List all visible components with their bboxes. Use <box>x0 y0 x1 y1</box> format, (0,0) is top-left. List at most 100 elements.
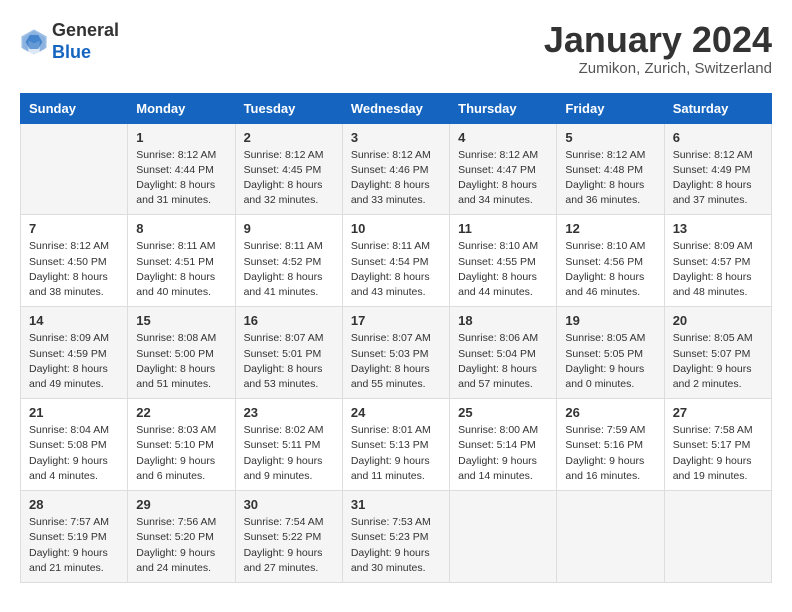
day-number: 1 <box>136 130 226 145</box>
calendar-cell: 21Sunrise: 8:04 AMSunset: 5:08 PMDayligh… <box>21 399 128 491</box>
day-info: Sunrise: 8:08 AMSunset: 5:00 PMDaylight:… <box>136 331 226 392</box>
day-number: 8 <box>136 221 226 236</box>
day-number: 18 <box>458 313 548 328</box>
calendar-cell: 5Sunrise: 8:12 AMSunset: 4:48 PMDaylight… <box>557 123 664 215</box>
calendar-cell: 11Sunrise: 8:10 AMSunset: 4:55 PMDayligh… <box>450 215 557 307</box>
calendar-cell: 23 Sunrise: 8:02 AMSunset: 5:11 PMDayligh… <box>235 399 342 491</box>
week-row-3: 14 Sunrise: 8:09 AMSunset: 4:59 PMDayligh… <box>21 307 772 399</box>
day-number: 24 <box>351 405 441 420</box>
calendar-cell: 26Sunrise: 7:59 AMSunset: 5:16 PMDayligh… <box>557 399 664 491</box>
day-number: 7 <box>29 221 119 236</box>
calendar-cell: 25Sunrise: 8:00 AMSunset: 5:14 PMDayligh… <box>450 399 557 491</box>
day-number: 10 <box>351 221 441 236</box>
calendar-cell: 14 Sunrise: 8:09 AMSunset: 4:59 PMDayligh… <box>21 307 128 399</box>
calendar-cell <box>450 491 557 583</box>
day-header-thursday: Thursday <box>450 93 557 123</box>
day-number: 29 <box>136 497 226 512</box>
day-number: 13 <box>673 221 763 236</box>
day-info: Sunrise: 8:05 AMSunset: 5:05 PMDaylight:… <box>565 331 655 392</box>
day-number: 14 <box>29 313 119 328</box>
day-info: Sunrise: 7:57 AMSunset: 5:19 PMDaylight:… <box>29 515 119 576</box>
calendar-cell: 12 Sunrise: 8:10 AMSunset: 4:56 PMDayligh… <box>557 215 664 307</box>
day-info: Sunrise: 8:07 AMSunset: 5:03 PMDaylight:… <box>351 331 441 392</box>
day-header-friday: Friday <box>557 93 664 123</box>
calendar-cell <box>557 491 664 583</box>
location: Zumikon, Zurich, Switzerland <box>544 60 772 77</box>
day-info: Sunrise: 8:10 AMSunset: 4:56 PMDaylight:… <box>565 239 655 300</box>
day-number: 11 <box>458 221 548 236</box>
day-header-wednesday: Wednesday <box>342 93 449 123</box>
day-number: 23 <box>244 405 334 420</box>
day-info: Sunrise: 8:12 AMSunset: 4:50 PMDaylight:… <box>29 239 119 300</box>
day-number: 21 <box>29 405 119 420</box>
month-title: January 2024 <box>544 20 772 60</box>
day-header-tuesday: Tuesday <box>235 93 342 123</box>
day-header-saturday: Saturday <box>664 93 771 123</box>
day-info: Sunrise: 8:12 AMSunset: 4:46 PMDaylight:… <box>351 148 441 209</box>
day-number: 30 <box>244 497 334 512</box>
logo: General Blue <box>20 20 119 63</box>
week-row-4: 21Sunrise: 8:04 AMSunset: 5:08 PMDayligh… <box>21 399 772 491</box>
calendar-cell <box>21 123 128 215</box>
day-header-monday: Monday <box>128 93 235 123</box>
day-info: Sunrise: 8:12 AMSunset: 4:45 PMDaylight:… <box>244 148 334 209</box>
page-header: General Blue January 2024 Zumikon, Zuric… <box>20 20 772 77</box>
day-info: Sunrise: 8:00 AMSunset: 5:14 PMDaylight:… <box>458 423 548 484</box>
day-number: 27 <box>673 405 763 420</box>
day-number: 16 <box>244 313 334 328</box>
day-number: 17 <box>351 313 441 328</box>
day-info: Sunrise: 8:11 AMSunset: 4:54 PMDaylight:… <box>351 239 441 300</box>
calendar-cell: 13 Sunrise: 8:09 AMSunset: 4:57 PMDayligh… <box>664 215 771 307</box>
week-row-1: 1 Sunrise: 8:12 AMSunset: 4:44 PMDaylight… <box>21 123 772 215</box>
calendar-cell: 31Sunrise: 7:53 AMSunset: 5:23 PMDayligh… <box>342 491 449 583</box>
calendar-cell: 15 Sunrise: 8:08 AMSunset: 5:00 PMDayligh… <box>128 307 235 399</box>
calendar-cell: 7 Sunrise: 8:12 AMSunset: 4:50 PMDaylight… <box>21 215 128 307</box>
day-info: Sunrise: 8:12 AMSunset: 4:49 PMDaylight:… <box>673 148 763 209</box>
day-info: Sunrise: 8:09 AMSunset: 4:57 PMDaylight:… <box>673 239 763 300</box>
calendar-table: SundayMondayTuesdayWednesdayThursdayFrid… <box>20 93 772 583</box>
day-number: 3 <box>351 130 441 145</box>
day-number: 2 <box>244 130 334 145</box>
day-info: Sunrise: 7:56 AMSunset: 5:20 PMDaylight:… <box>136 515 226 576</box>
day-number: 6 <box>673 130 763 145</box>
day-number: 12 <box>565 221 655 236</box>
calendar-cell: 9Sunrise: 8:11 AMSunset: 4:52 PMDaylight… <box>235 215 342 307</box>
day-info: Sunrise: 7:58 AMSunset: 5:17 PMDaylight:… <box>673 423 763 484</box>
day-info: Sunrise: 8:11 AMSunset: 4:52 PMDaylight:… <box>244 239 334 300</box>
day-number: 20 <box>673 313 763 328</box>
calendar-cell: 16Sunrise: 8:07 AMSunset: 5:01 PMDayligh… <box>235 307 342 399</box>
calendar-cell: 3 Sunrise: 8:12 AMSunset: 4:46 PMDaylight… <box>342 123 449 215</box>
calendar-cell: 30 Sunrise: 7:54 AMSunset: 5:22 PMDayligh… <box>235 491 342 583</box>
calendar-cell: 10 Sunrise: 8:11 AMSunset: 4:54 PMDayligh… <box>342 215 449 307</box>
day-info: Sunrise: 7:54 AMSunset: 5:22 PMDaylight:… <box>244 515 334 576</box>
day-info: Sunrise: 8:09 AMSunset: 4:59 PMDaylight:… <box>29 331 119 392</box>
day-number: 5 <box>565 130 655 145</box>
day-number: 19 <box>565 313 655 328</box>
day-info: Sunrise: 8:06 AMSunset: 5:04 PMDaylight:… <box>458 331 548 392</box>
title-section: January 2024 Zumikon, Zurich, Switzerlan… <box>544 20 772 77</box>
day-header-sunday: Sunday <box>21 93 128 123</box>
calendar-cell: 27 Sunrise: 7:58 AMSunset: 5:17 PMDayligh… <box>664 399 771 491</box>
day-info: Sunrise: 8:11 AMSunset: 4:51 PMDaylight:… <box>136 239 226 300</box>
calendar-cell: 1 Sunrise: 8:12 AMSunset: 4:44 PMDaylight… <box>128 123 235 215</box>
calendar-cell <box>664 491 771 583</box>
day-number: 22 <box>136 405 226 420</box>
day-info: Sunrise: 8:05 AMSunset: 5:07 PMDaylight:… <box>673 331 763 392</box>
day-info: Sunrise: 7:53 AMSunset: 5:23 PMDaylight:… <box>351 515 441 576</box>
day-number: 15 <box>136 313 226 328</box>
calendar-cell: 24Sunrise: 8:01 AMSunset: 5:13 PMDayligh… <box>342 399 449 491</box>
calendar-cell: 29 Sunrise: 7:56 AMSunset: 5:20 PMDayligh… <box>128 491 235 583</box>
day-info: Sunrise: 8:02 AMSunset: 5:11 PMDaylight:… <box>244 423 334 484</box>
week-row-2: 7 Sunrise: 8:12 AMSunset: 4:50 PMDaylight… <box>21 215 772 307</box>
calendar-cell: 19 Sunrise: 8:05 AMSunset: 5:05 PMDayligh… <box>557 307 664 399</box>
day-info: Sunrise: 8:12 AMSunset: 4:44 PMDaylight:… <box>136 148 226 209</box>
logo-icon <box>20 28 48 56</box>
calendar-cell: 2 Sunrise: 8:12 AMSunset: 4:45 PMDaylight… <box>235 123 342 215</box>
calendar-cell: 20 Sunrise: 8:05 AMSunset: 5:07 PMDayligh… <box>664 307 771 399</box>
calendar-body: 1 Sunrise: 8:12 AMSunset: 4:44 PMDaylight… <box>21 123 772 582</box>
day-number: 4 <box>458 130 548 145</box>
calendar-cell: 17 Sunrise: 8:07 AMSunset: 5:03 PMDayligh… <box>342 307 449 399</box>
calendar-cell: 8 Sunrise: 8:11 AMSunset: 4:51 PMDaylight… <box>128 215 235 307</box>
logo-text: General Blue <box>52 20 119 63</box>
calendar-cell: 22Sunrise: 8:03 AMSunset: 5:10 PMDayligh… <box>128 399 235 491</box>
